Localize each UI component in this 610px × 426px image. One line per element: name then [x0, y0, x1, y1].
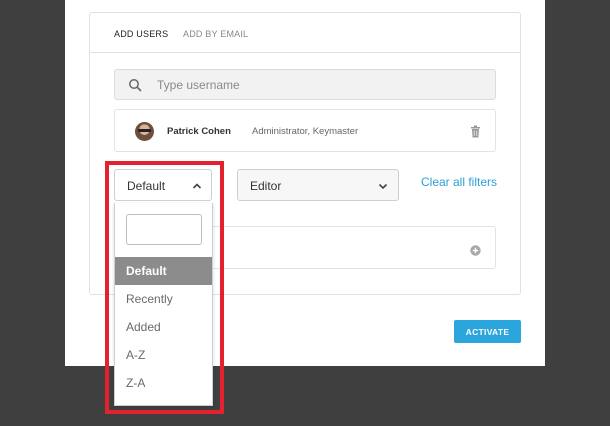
- sort-dropdown-menu: Default Recently Added A-Z Z-A: [114, 203, 213, 406]
- clear-all-filters-link[interactable]: Clear all filters: [421, 175, 497, 189]
- activate-button[interactable]: ACTIVATE: [454, 320, 521, 343]
- tab-bar: ADD USERS ADD BY EMAIL: [89, 12, 521, 53]
- search-icon: [128, 78, 142, 92]
- search-input[interactable]: [157, 76, 477, 94]
- option-added[interactable]: Added: [115, 313, 212, 341]
- sort-select[interactable]: Default: [114, 169, 212, 201]
- avatar: [135, 122, 154, 141]
- user-name: Patrick Cohen: [167, 126, 231, 137]
- selected-user-row: Patrick Cohen Administrator, Keymaster: [114, 109, 496, 152]
- plus-circle-icon[interactable]: [470, 243, 481, 256]
- role-select-value: Editor: [250, 179, 282, 193]
- user-roles: Administrator, Keymaster: [252, 126, 359, 137]
- chevron-up-icon: [192, 183, 202, 189]
- option-default[interactable]: Default: [115, 257, 212, 285]
- username-search: [114, 69, 496, 100]
- tab-add-by-email[interactable]: ADD BY EMAIL: [183, 29, 248, 39]
- dropdown-search-input[interactable]: [126, 214, 202, 245]
- option-a-z[interactable]: A-Z: [115, 341, 212, 369]
- sort-select-value: Default: [127, 179, 166, 193]
- tab-add-users[interactable]: ADD USERS: [114, 29, 168, 39]
- trash-icon[interactable]: [470, 125, 481, 138]
- option-z-a[interactable]: Z-A: [115, 369, 212, 397]
- chevron-down-icon: [378, 183, 388, 190]
- option-recently[interactable]: Recently: [115, 285, 212, 313]
- role-select[interactable]: Editor: [237, 169, 399, 201]
